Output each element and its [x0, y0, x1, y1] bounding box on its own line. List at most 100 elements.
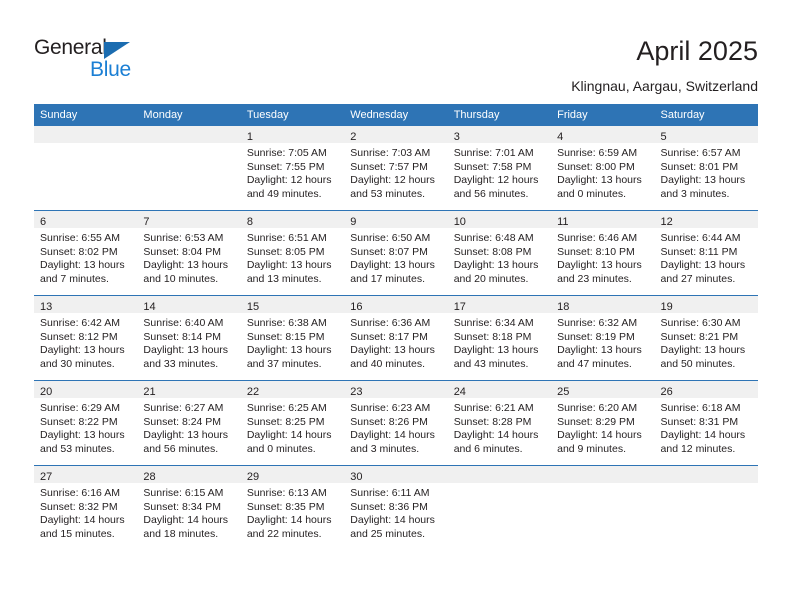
calendar-day-cell[interactable]: 23 Sunrise: 6:23 AM Sunset: 8:26 PM Dayligh… — [344, 380, 448, 466]
day-number: 3 — [453, 131, 460, 143]
calendar-day-cell[interactable]: 19 Sunrise: 6:30 AM Sunset: 8:21 PM Dayligh… — [654, 295, 758, 381]
calendar-day-cell[interactable]: 5 Sunrise: 6:57 AM Sunset: 8:01 PM Daylight… — [654, 126, 758, 211]
sunset-text: Sunset: 7:57 PM — [350, 160, 428, 173]
logo-text-general: General — [34, 36, 107, 59]
calendar-day-cell[interactable]: 10 Sunrise: 6:48 AM Sunset: 8:08 PM Dayligh… — [447, 210, 552, 296]
calendar-day-cell[interactable]: 17 Sunrise: 6:34 AM Sunset: 8:18 PM Dayligh… — [447, 295, 552, 381]
day-number: 5 — [660, 131, 667, 143]
sunrise-text: Sunrise: 6:36 AM — [350, 317, 431, 329]
calendar-day-cell[interactable]: 30 Sunrise: 6:11 AM Sunset: 8:36 PM Dayligh… — [344, 465, 448, 550]
day-number: 21 — [143, 386, 156, 398]
day-number-strip: 2 — [344, 126, 448, 143]
calendar-day-cell[interactable]: 27 Sunrise: 6:16 AM Sunset: 8:32 PM Dayligh… — [34, 465, 138, 550]
calendar-day-cell-empty — [551, 465, 655, 550]
day-cell-content: 27 Sunrise: 6:16 AM Sunset: 8:32 PM Dayligh… — [34, 466, 138, 550]
daylight-text-line1: Daylight: 13 hours — [660, 259, 746, 271]
calendar-day-cell[interactable]: 1 Sunrise: 7:05 AM Sunset: 7:55 PM Daylight… — [240, 126, 345, 211]
daylight-text-line1: Daylight: 13 hours — [350, 344, 435, 356]
day-number-strip: 21 — [137, 381, 241, 398]
day-cell-content — [137, 126, 241, 210]
daylight-text-line2: and 30 minutes. — [40, 357, 115, 370]
calendar-day-cell[interactable]: 11 Sunrise: 6:46 AM Sunset: 8:10 PM Dayligh… — [551, 210, 655, 296]
day-number-strip: 9 — [344, 211, 448, 228]
day-number: 12 — [660, 216, 673, 228]
day-details: Sunrise: 6:53 AM Sunset: 8:04 PM Daylight:… — [137, 228, 240, 286]
sunset-text: Sunset: 8:05 PM — [246, 245, 325, 258]
sunrise-text: Sunrise: 6:30 AM — [660, 317, 741, 329]
day-details: Sunrise: 6:55 AM Sunset: 8:02 PM Daylight:… — [34, 228, 137, 286]
daylight-text-line2: and 33 minutes. — [143, 357, 219, 370]
calendar-day-cell[interactable]: 8 Sunrise: 6:51 AM Sunset: 8:05 PM Daylight… — [240, 210, 345, 296]
calendar-day-cell[interactable]: 2 Sunrise: 7:03 AM Sunset: 7:57 PM Daylight… — [344, 126, 448, 211]
calendar-day-cell-empty — [137, 126, 241, 211]
day-details: Sunrise: 6:40 AM Sunset: 8:14 PM Daylight:… — [137, 313, 240, 371]
calendar-day-cell[interactable]: 7 Sunrise: 6:53 AM Sunset: 8:04 PM Daylight… — [137, 210, 241, 296]
logo-triangle-icon — [104, 42, 130, 59]
calendar-day-cell-empty — [447, 465, 552, 550]
sunrise-text: Sunrise: 6:59 AM — [557, 147, 638, 159]
sunset-text: Sunset: 8:21 PM — [660, 330, 739, 343]
day-number-strip: 7 — [137, 211, 241, 228]
calendar-day-cell[interactable]: 4 Sunrise: 6:59 AM Sunset: 8:00 PM Daylight… — [551, 126, 655, 211]
day-number: 28 — [143, 471, 156, 483]
day-number: 24 — [453, 386, 466, 398]
calendar-day-cell[interactable]: 3 Sunrise: 7:01 AM Sunset: 7:58 PM Daylight… — [447, 126, 552, 211]
day-cell-content: 12 Sunrise: 6:44 AM Sunset: 8:11 PM Dayligh… — [654, 211, 758, 295]
calendar-day-cell[interactable]: 28 Sunrise: 6:15 AM Sunset: 8:34 PM Dayligh… — [137, 465, 241, 550]
day-details: Sunrise: 6:32 AM Sunset: 8:19 PM Daylight:… — [551, 313, 654, 371]
day-cell-content: 21 Sunrise: 6:27 AM Sunset: 8:24 PM Dayligh… — [137, 381, 241, 465]
daylight-text-line1: Daylight: 13 hours — [40, 429, 125, 441]
day-details: Sunrise: 6:15 AM Sunset: 8:34 PM Daylight:… — [137, 483, 240, 541]
sunrise-text: Sunrise: 6:48 AM — [453, 232, 534, 244]
day-cell-content: 18 Sunrise: 6:32 AM Sunset: 8:19 PM Dayligh… — [551, 296, 655, 380]
day-number: 8 — [246, 216, 253, 228]
calendar-day-cell[interactable]: 22 Sunrise: 6:25 AM Sunset: 8:25 PM Dayligh… — [240, 380, 345, 466]
day-number-strip: 27 — [34, 466, 138, 483]
calendar-day-cell[interactable]: 16 Sunrise: 6:36 AM Sunset: 8:17 PM Dayligh… — [344, 295, 448, 381]
sunrise-text: Sunrise: 6:51 AM — [246, 232, 327, 244]
day-number-strip — [137, 126, 241, 143]
calendar-day-cell[interactable]: 9 Sunrise: 6:50 AM Sunset: 8:07 PM Daylight… — [344, 210, 448, 296]
calendar-day-cell[interactable]: 18 Sunrise: 6:32 AM Sunset: 8:19 PM Dayligh… — [551, 295, 655, 381]
daylight-text-line1: Daylight: 13 hours — [246, 344, 332, 356]
calendar-day-cell[interactable]: 21 Sunrise: 6:27 AM Sunset: 8:24 PM Dayligh… — [137, 380, 241, 466]
sunset-text: Sunset: 8:08 PM — [453, 245, 532, 258]
day-cell-content — [34, 126, 138, 210]
day-details: Sunrise: 6:57 AM Sunset: 8:01 PM Daylight:… — [655, 143, 758, 201]
day-number: 13 — [40, 301, 53, 313]
sunrise-text: Sunrise: 6:38 AM — [246, 317, 327, 329]
calendar-page: General Blue April 2025 Klingnau, Aargau… — [0, 0, 792, 612]
sunset-text: Sunset: 8:28 PM — [453, 415, 532, 428]
calendar-day-cell[interactable]: 6 Sunrise: 6:55 AM Sunset: 8:02 PM Daylight… — [34, 210, 138, 296]
day-number-strip: 14 — [137, 296, 241, 313]
sunset-text: Sunset: 8:04 PM — [143, 245, 222, 258]
day-number: 20 — [40, 386, 53, 398]
calendar-day-cell[interactable]: 25 Sunrise: 6:20 AM Sunset: 8:29 PM Dayligh… — [551, 380, 655, 466]
weekday-header-friday: Friday — [551, 104, 655, 126]
calendar-day-cell[interactable]: 14 Sunrise: 6:40 AM Sunset: 8:14 PM Dayligh… — [137, 295, 241, 381]
day-number-strip — [447, 466, 552, 483]
day-number-strip: 1 — [240, 126, 345, 143]
day-number-strip: 19 — [654, 296, 758, 313]
daylight-text-line2: and 9 minutes. — [557, 442, 626, 455]
calendar-day-cell[interactable]: 20 Sunrise: 6:29 AM Sunset: 8:22 PM Dayligh… — [34, 380, 138, 466]
calendar-day-cell[interactable]: 12 Sunrise: 6:44 AM Sunset: 8:11 PM Dayligh… — [654, 210, 758, 296]
daylight-text-line1: Daylight: 12 hours — [246, 174, 332, 186]
weekday-header-monday: Monday — [137, 104, 241, 126]
day-number-strip: 5 — [654, 126, 758, 143]
calendar-day-cell[interactable]: 13 Sunrise: 6:42 AM Sunset: 8:12 PM Dayligh… — [34, 295, 138, 381]
calendar-day-cell[interactable]: 29 Sunrise: 6:13 AM Sunset: 8:35 PM Dayligh… — [240, 465, 345, 550]
daylight-text-line2: and 6 minutes. — [453, 442, 523, 455]
calendar-day-cell[interactable]: 24 Sunrise: 6:21 AM Sunset: 8:28 PM Dayligh… — [447, 380, 552, 466]
calendar-body: 1 Sunrise: 7:05 AM Sunset: 7:55 PM Daylight… — [34, 126, 758, 550]
sunset-text: Sunset: 8:29 PM — [557, 415, 635, 428]
day-number: 19 — [660, 301, 673, 313]
sunset-text: Sunset: 8:01 PM — [660, 160, 739, 173]
daylight-text-line1: Daylight: 12 hours — [453, 174, 539, 186]
calendar-week-row: 13 Sunrise: 6:42 AM Sunset: 8:12 PM Dayligh… — [34, 295, 758, 381]
calendar-day-cell[interactable]: 15 Sunrise: 6:38 AM Sunset: 8:15 PM Dayligh… — [240, 295, 345, 381]
sunset-text: Sunset: 8:15 PM — [246, 330, 325, 343]
day-cell-content: 5 Sunrise: 6:57 AM Sunset: 8:01 PM Daylight… — [654, 126, 758, 210]
sunrise-text: Sunrise: 6:11 AM — [350, 487, 430, 499]
calendar-day-cell[interactable]: 26 Sunrise: 6:18 AM Sunset: 8:31 PM Dayligh… — [654, 380, 758, 466]
